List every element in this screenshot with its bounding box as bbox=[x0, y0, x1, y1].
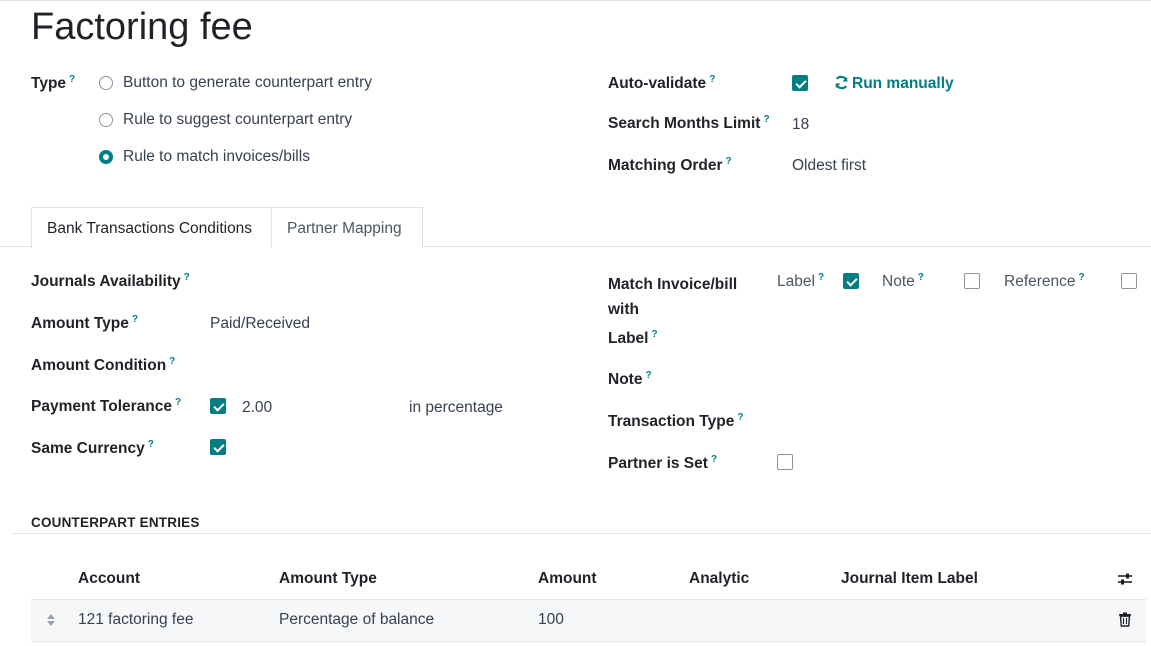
transaction-type-text: Transaction Type bbox=[608, 413, 735, 431]
amount-type-field[interactable]: Paid/Received bbox=[210, 315, 310, 333]
help-icon[interactable]: ? bbox=[132, 314, 138, 325]
tab-bank-transactions-conditions[interactable]: Bank Transactions Conditions bbox=[31, 207, 272, 248]
table-row[interactable] bbox=[31, 600, 1146, 641]
same-currency-checkbox[interactable] bbox=[210, 439, 226, 455]
help-icon[interactable]: ? bbox=[737, 412, 743, 423]
type-option-suggest[interactable]: Rule to suggest counterpart entry bbox=[123, 111, 352, 129]
amount-type-label: Amount Type? bbox=[31, 314, 138, 333]
transaction-type-label: Transaction Type? bbox=[608, 412, 743, 431]
note-condition-text: Note bbox=[608, 371, 643, 389]
help-icon[interactable]: ? bbox=[169, 356, 175, 367]
sliders-icon bbox=[1118, 573, 1132, 585]
run-manually-label: Run manually bbox=[852, 75, 954, 92]
payment-tolerance-unit[interactable]: in percentage bbox=[409, 399, 503, 417]
sort-handle-icon bbox=[47, 614, 55, 626]
row-account[interactable]: 121 factoring fee bbox=[78, 611, 193, 629]
column-amount-type[interactable]: Amount Type bbox=[279, 570, 377, 588]
match-label-option: Label? bbox=[777, 272, 824, 291]
column-account[interactable]: Account bbox=[78, 570, 140, 588]
match-label-checkbox[interactable] bbox=[843, 273, 859, 289]
partner-is-set-checkbox[interactable] bbox=[777, 454, 793, 470]
trash-icon bbox=[1119, 612, 1131, 627]
match-reference-checkbox[interactable] bbox=[1121, 273, 1137, 289]
payment-tolerance-label-text: Payment Tolerance bbox=[31, 398, 172, 416]
amount-condition-label-text: Amount Condition bbox=[31, 357, 167, 375]
payment-tolerance-checkbox[interactable] bbox=[210, 398, 226, 414]
help-icon[interactable]: ? bbox=[918, 272, 924, 283]
auto-validate-label: Auto-validate? bbox=[608, 74, 715, 93]
column-analytic[interactable]: Analytic bbox=[689, 570, 749, 588]
auto-validate-label-text: Auto-validate bbox=[608, 75, 707, 93]
help-icon[interactable]: ? bbox=[763, 114, 769, 125]
matching-order-field[interactable]: Oldest first bbox=[792, 157, 866, 175]
match-note-option-text: Note bbox=[882, 273, 915, 291]
section-divider bbox=[11, 533, 1151, 534]
match-note-option: Note? bbox=[882, 272, 924, 291]
match-with-line2: with bbox=[608, 301, 639, 318]
row-amount-type[interactable]: Percentage of balance bbox=[279, 611, 434, 629]
radio-match-invoices[interactable] bbox=[99, 150, 113, 164]
type-option-match[interactable]: Rule to match invoices/bills bbox=[123, 148, 310, 166]
help-icon[interactable]: ? bbox=[726, 156, 732, 167]
same-currency-label: Same Currency? bbox=[31, 439, 154, 458]
help-icon[interactable]: ? bbox=[184, 272, 190, 283]
top-border bbox=[0, 0, 1151, 1]
payment-tolerance-label: Payment Tolerance? bbox=[31, 397, 181, 416]
help-icon[interactable]: ? bbox=[175, 397, 181, 408]
column-journal-item-label[interactable]: Journal Item Label bbox=[841, 570, 978, 588]
search-months-label-text: Search Months Limit bbox=[608, 115, 761, 133]
radio-suggest-counterpart[interactable] bbox=[99, 113, 113, 127]
payment-tolerance-field[interactable]: 2.00 bbox=[242, 399, 272, 417]
match-invoice-with-label: Match Invoice/bill with bbox=[608, 272, 737, 322]
match-note-checkbox[interactable] bbox=[964, 273, 980, 289]
amount-type-label-text: Amount Type bbox=[31, 315, 129, 333]
counterpart-entries-title: COUNTERPART ENTRIES bbox=[31, 515, 200, 530]
note-condition-label: Note? bbox=[608, 370, 652, 389]
help-icon[interactable]: ? bbox=[645, 370, 651, 381]
match-with-line1: Match Invoice/bill bbox=[608, 276, 738, 293]
search-months-field[interactable]: 18 bbox=[792, 116, 809, 134]
run-manually-button[interactable]: Run manually bbox=[834, 75, 954, 93]
help-icon[interactable]: ? bbox=[69, 74, 75, 85]
help-icon[interactable]: ? bbox=[1079, 272, 1085, 283]
amount-condition-label: Amount Condition? bbox=[31, 356, 175, 375]
page-title: Factoring fee bbox=[31, 6, 253, 48]
type-option-button[interactable]: Button to generate counterpart entry bbox=[123, 74, 372, 92]
match-reference-option: Reference? bbox=[1004, 272, 1085, 291]
help-icon[interactable]: ? bbox=[818, 272, 824, 283]
type-label: Type? bbox=[31, 74, 75, 93]
drag-handle-icon[interactable] bbox=[45, 612, 57, 633]
journals-label-text: Journals Availability bbox=[31, 273, 181, 291]
partner-is-set-text: Partner is Set bbox=[608, 455, 708, 473]
journals-availability-label: Journals Availability? bbox=[31, 272, 190, 291]
column-amount[interactable]: Amount bbox=[538, 570, 597, 588]
match-reference-option-text: Reference bbox=[1004, 273, 1076, 291]
same-currency-label-text: Same Currency bbox=[31, 440, 145, 458]
table-row-divider bbox=[31, 641, 1146, 642]
help-icon[interactable]: ? bbox=[711, 454, 717, 465]
optional-columns-icon[interactable] bbox=[1117, 571, 1133, 592]
help-icon[interactable]: ? bbox=[709, 74, 715, 85]
radio-button-counterpart[interactable] bbox=[99, 76, 113, 90]
delete-row-button[interactable] bbox=[1118, 612, 1132, 632]
type-label-text: Type bbox=[31, 75, 67, 93]
partner-is-set-label: Partner is Set? bbox=[608, 454, 717, 473]
tab-partner-mapping[interactable]: Partner Mapping bbox=[271, 207, 423, 247]
row-amount[interactable]: 100 bbox=[538, 611, 564, 629]
refresh-icon bbox=[835, 75, 848, 90]
match-label-option-text: Label bbox=[777, 273, 815, 291]
help-icon[interactable]: ? bbox=[651, 329, 657, 340]
matching-order-label-text: Matching Order bbox=[608, 157, 723, 175]
label-condition-label: Label? bbox=[608, 329, 658, 348]
search-months-label: Search Months Limit? bbox=[608, 114, 770, 133]
help-icon[interactable]: ? bbox=[148, 439, 154, 450]
matching-order-label: Matching Order? bbox=[608, 156, 732, 175]
label-condition-text: Label bbox=[608, 330, 649, 348]
auto-validate-checkbox[interactable] bbox=[792, 75, 808, 91]
